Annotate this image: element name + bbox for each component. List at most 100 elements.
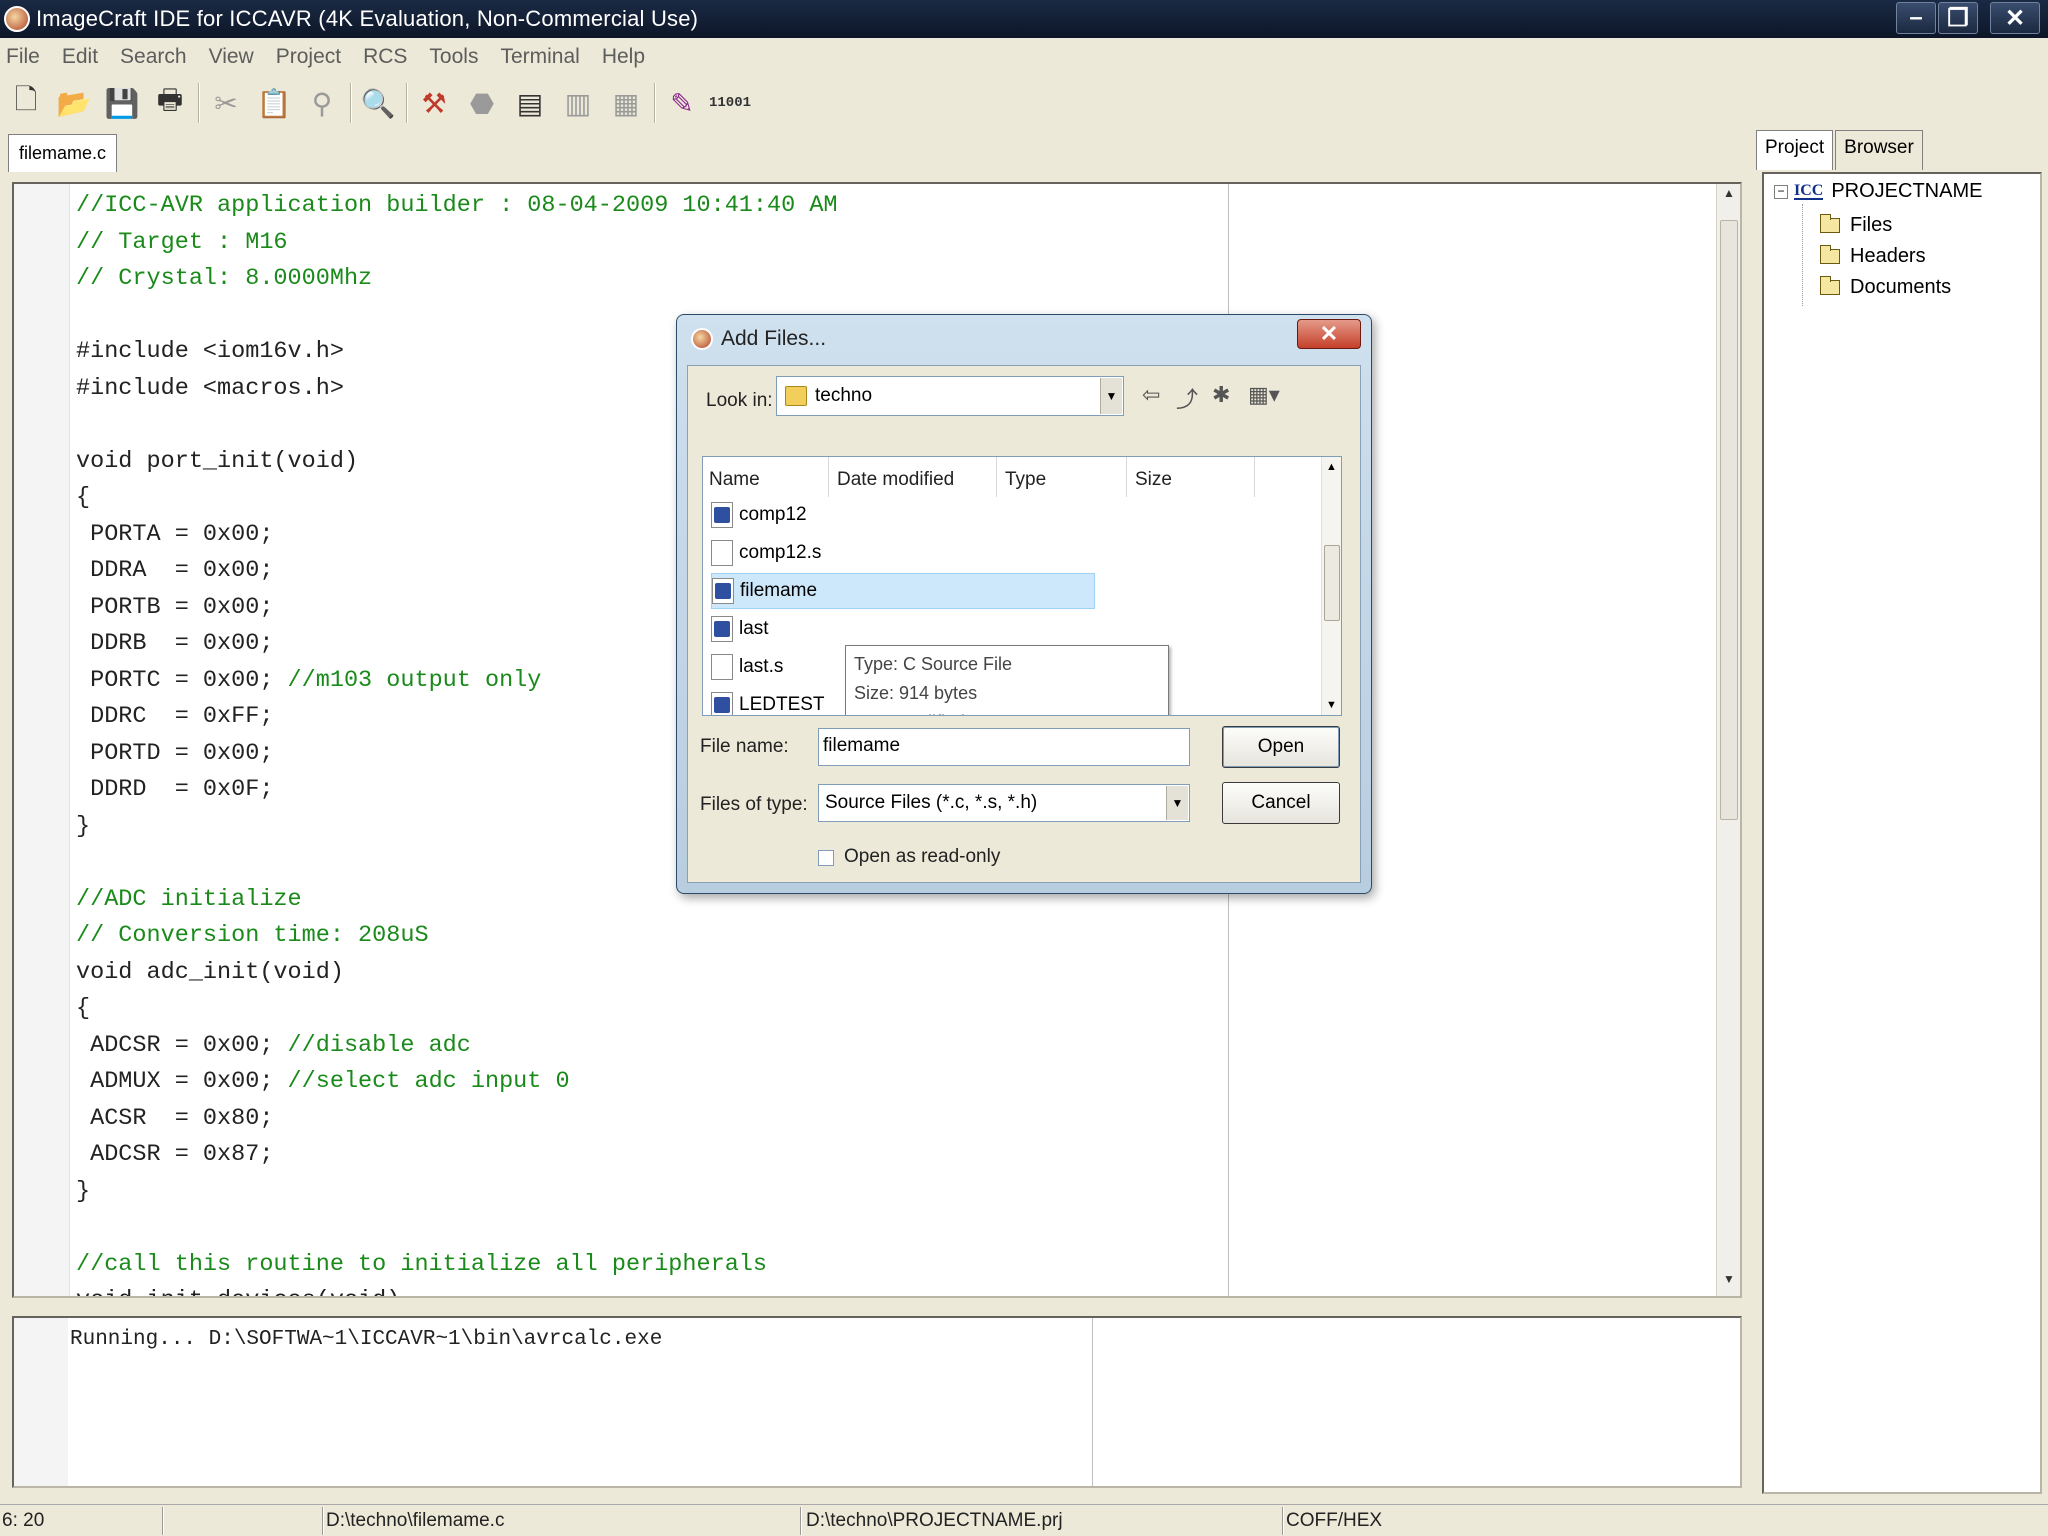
code-segment: PORTC = 0x00; — [76, 666, 288, 694]
chevron-down-icon[interactable]: ▼ — [1166, 786, 1188, 820]
new-folder-icon[interactable]: ✱ — [1212, 382, 1230, 408]
view-menu-icon[interactable]: ▦▾ — [1248, 382, 1280, 408]
calculator-icon-label: 11001 — [709, 95, 752, 111]
tree-item-files[interactable]: Files — [1820, 214, 1892, 237]
tab-browser[interactable]: Browser — [1835, 130, 1923, 170]
dialog-body: Look in: techno ▼ ⇦ ⤴ ✱ ▦▾ Name Date mod… — [687, 365, 1361, 883]
output-line: Running... D:\SOFTWA~1\ICCAVR~1\bin\avrc… — [70, 1328, 663, 1351]
new-file-icon[interactable]: 🗋 — [6, 83, 46, 123]
code-line: ADCSR = 0x00; //disable adc — [76, 1028, 838, 1065]
wizard-icon[interactable]: ✎ — [662, 83, 702, 123]
status-output-format: COFF/HEX — [1286, 1510, 1383, 1531]
file-item-comp12-s[interactable]: comp12.s — [711, 535, 821, 571]
menu-project[interactable]: Project — [276, 45, 341, 69]
file-name-text: comp12.s — [739, 542, 822, 563]
look-in-select[interactable]: techno ▼ — [776, 376, 1124, 416]
chevron-down-icon[interactable]: ▼ — [1100, 378, 1122, 414]
stop-icon[interactable]: ⬣ — [462, 83, 502, 123]
tree-item-headers[interactable]: Headers — [1820, 245, 1926, 268]
dialog-title: Add Files... — [721, 327, 827, 350]
menu-view[interactable]: View — [209, 45, 254, 69]
files-of-type-select[interactable]: Source Files (*.c, *.s, *.h) ▼ — [818, 784, 1190, 822]
document-icon — [711, 540, 733, 566]
scroll-thumb[interactable] — [1720, 220, 1738, 820]
tooltip-size: Size: 914 bytes — [854, 683, 978, 703]
tree-connector — [1802, 204, 1803, 306]
code-line: // Target : M16 — [76, 228, 288, 256]
file-item-comp12[interactable]: comp12 — [711, 497, 807, 533]
tree-root[interactable]: − ICC PROJECTNAME — [1774, 180, 1982, 203]
status-separator — [162, 1507, 164, 1535]
column-type[interactable]: Type — [999, 457, 1127, 497]
scroll-thumb[interactable] — [1324, 545, 1340, 621]
print-icon[interactable]: 🖶 — [150, 83, 190, 123]
code-comment: //select adc input 0 — [287, 1068, 570, 1095]
menu-rcs[interactable]: RCS — [363, 45, 407, 69]
save-icon[interactable]: 💾 — [102, 83, 142, 123]
paste-icon[interactable]: 📋 — [254, 83, 294, 123]
read-only-checkbox[interactable] — [818, 850, 834, 866]
file-item-filemame[interactable]: filemame — [711, 573, 1095, 609]
code-line: ACSR = 0x80; — [76, 1104, 274, 1132]
dialog-close-button[interactable]: ✕ — [1297, 319, 1361, 349]
back-arrow-icon[interactable]: ⇦ — [1142, 382, 1160, 408]
menu-tools[interactable]: Tools — [429, 45, 478, 69]
tree-item-documents[interactable]: Documents — [1820, 276, 1951, 299]
c-source-file-icon — [711, 502, 733, 528]
dialog-app-icon — [691, 328, 713, 350]
compile-icon[interactable]: ▥ — [558, 83, 598, 123]
close-button[interactable]: ✕ — [1990, 2, 2040, 34]
code-line: ADMUX = 0x00; //select adc input 0 — [76, 1064, 838, 1101]
icc-project-icon: ICC — [1794, 181, 1824, 200]
code-line: ADCSR = 0x87; — [76, 1141, 274, 1168]
scroll-up-icon[interactable]: ▲ — [1326, 461, 1337, 473]
build-icon[interactable]: ⚒ — [414, 83, 454, 123]
cut-icon[interactable]: ✂ — [206, 83, 246, 123]
menu-terminal[interactable]: Terminal — [500, 45, 579, 69]
file-list-scrollbar[interactable]: ▲ ▼ — [1321, 457, 1341, 715]
tab-filemame[interactable]: filemame.c — [8, 134, 118, 172]
file-item-last[interactable]: last — [711, 611, 769, 647]
cursor-position: 6: 20 — [2, 1510, 45, 1531]
file-name-label: File name: — [700, 736, 789, 757]
editor-scrollbar[interactable]: ▲ ▼ — [1716, 184, 1740, 1296]
code-line: { — [76, 995, 91, 1022]
options-icon[interactable]: ▤ — [510, 83, 550, 123]
open-folder-icon[interactable]: 📂 — [54, 83, 94, 123]
menu-help[interactable]: Help — [602, 45, 645, 69]
scroll-down-icon[interactable]: ▼ — [1717, 1272, 1740, 1294]
scroll-down-icon[interactable]: ▼ — [1326, 699, 1337, 711]
file-list[interactable]: Name Date modified Type Size comp12 comp… — [702, 456, 1342, 716]
calculator-icon[interactable]: 11001 — [709, 83, 752, 123]
minimize-button[interactable]: – — [1896, 2, 1936, 34]
code-line: //ICC-AVR application builder : 08-04-20… — [76, 192, 838, 219]
open-button[interactable]: Open — [1222, 726, 1340, 768]
assemble-icon[interactable]: ▦ — [606, 83, 646, 123]
scroll-up-icon[interactable]: ▲ — [1717, 186, 1740, 208]
restore-button[interactable]: ❐ — [1938, 2, 1978, 34]
file-item-ledtest[interactable]: LEDTEST — [711, 687, 825, 715]
find-replace-icon[interactable]: ⚲ — [302, 83, 342, 123]
menu-search[interactable]: Search — [120, 45, 187, 69]
column-name[interactable]: Name — [703, 457, 829, 497]
file-name-input[interactable]: filemame — [818, 728, 1190, 766]
code-line: void init_devices(void) — [76, 1283, 838, 1296]
find-icon[interactable]: 🔍 — [358, 83, 398, 123]
dialog-title-bar: Add Files... — [691, 327, 826, 351]
folder-icon — [1820, 276, 1840, 295]
app-icon — [4, 6, 30, 32]
cancel-button[interactable]: Cancel — [1222, 782, 1340, 824]
up-folder-icon[interactable]: ⤴ — [1176, 382, 1198, 414]
file-name-text: LEDTEST — [739, 694, 825, 715]
column-size[interactable]: Size — [1129, 457, 1255, 497]
tree-item-label: Headers — [1850, 245, 1926, 267]
menu-file[interactable]: File — [6, 45, 40, 69]
tab-project[interactable]: Project — [1756, 130, 1834, 170]
file-item-last-s[interactable]: last.s — [711, 649, 783, 685]
side-panel-tabs: Project Browser — [1756, 130, 1925, 170]
status-file-path: D:\techno\filemame.c — [326, 1510, 505, 1531]
column-date-modified[interactable]: Date modified — [831, 457, 997, 497]
collapse-icon[interactable]: − — [1774, 184, 1788, 199]
menu-edit[interactable]: Edit — [62, 45, 98, 69]
